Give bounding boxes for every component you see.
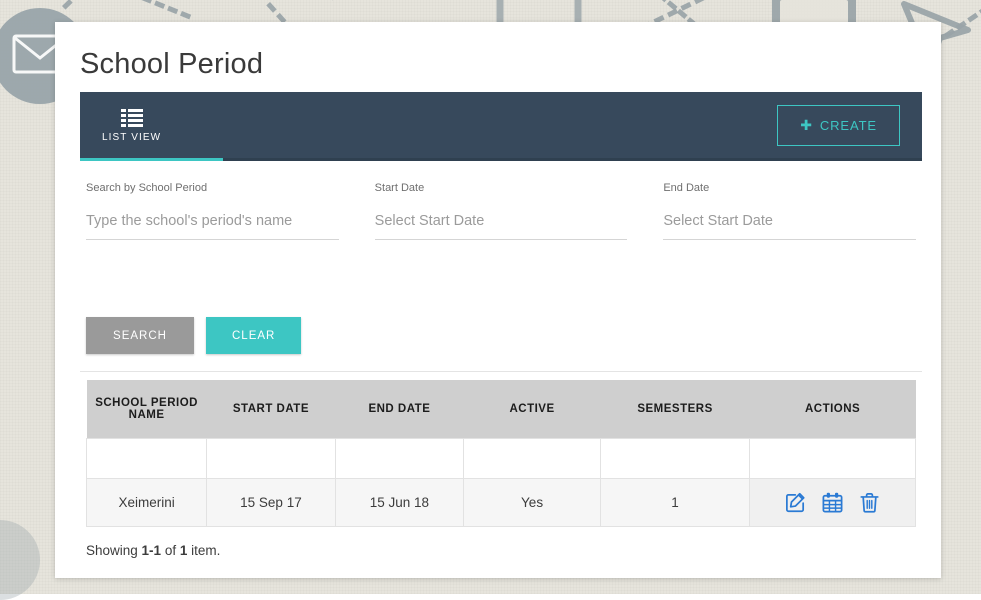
school-period-table: SCHOOL PERIOD NAME START DATE END DATE A… xyxy=(86,380,916,527)
showing-of: of xyxy=(161,543,180,558)
cell-start-date: 15 Sep 17 xyxy=(207,478,335,526)
search-school-period-input[interactable] xyxy=(86,213,339,240)
table-filter-row xyxy=(87,438,916,478)
create-button[interactable]: ✚ CREATE xyxy=(777,105,900,146)
trash-icon[interactable] xyxy=(858,491,881,514)
filter-cell-semesters[interactable] xyxy=(600,438,749,478)
tab-list-view-label: LIST VIEW xyxy=(102,132,161,143)
showing-suffix: item. xyxy=(187,543,220,558)
end-date-input[interactable] xyxy=(663,213,916,240)
column-header-active[interactable]: ACTIVE xyxy=(464,380,601,438)
column-header-school-period-name[interactable]: SCHOOL PERIOD NAME xyxy=(87,380,207,438)
table-head: SCHOOL PERIOD NAME START DATE END DATE A… xyxy=(87,380,916,438)
start-date-input[interactable] xyxy=(375,213,628,240)
showing-prefix: Showing xyxy=(86,543,142,558)
school-period-table-wrapper: SCHOOL PERIOD NAME START DATE END DATE A… xyxy=(86,380,916,527)
tab-list-view[interactable]: LIST VIEW xyxy=(80,103,181,147)
filter-cell-start[interactable] xyxy=(207,438,335,478)
cell-end-date: 15 Jun 18 xyxy=(335,478,463,526)
table-header-row: SCHOOL PERIOD NAME START DATE END DATE A… xyxy=(87,380,916,438)
school-period-label: Search by School Period xyxy=(86,182,339,194)
filter-fields: Search by School Period Start Date End D… xyxy=(80,182,922,240)
table-body: Xeimerini 15 Sep 17 15 Jun 18 Yes 1 xyxy=(87,438,916,526)
background-dashed-line xyxy=(128,0,191,19)
end-date-label: End Date xyxy=(663,182,916,194)
showing-range: 1-1 xyxy=(142,543,162,558)
list-view-icon xyxy=(121,109,143,127)
background-circle xyxy=(0,520,40,600)
section-divider xyxy=(80,371,922,372)
filter-actions: SEARCH CLEAR xyxy=(86,317,301,354)
column-header-end-date[interactable]: END DATE xyxy=(335,380,463,438)
cell-semesters: 1 xyxy=(600,478,749,526)
filter-cell-end[interactable] xyxy=(335,438,463,478)
field-start-date: Start Date xyxy=(369,182,634,240)
search-button[interactable]: SEARCH xyxy=(86,317,194,354)
background-dashed-line xyxy=(62,0,107,10)
field-end-date: End Date xyxy=(657,182,922,240)
view-toolbar: LIST VIEW ✚ CREATE xyxy=(80,92,922,158)
showing-summary: Showing 1-1 of 1 item. xyxy=(86,543,220,558)
plus-icon: ✚ xyxy=(800,118,813,132)
cell-active: Yes xyxy=(464,478,601,526)
start-date-label: Start Date xyxy=(375,182,628,194)
filter-cell-name[interactable] xyxy=(87,438,207,478)
clear-button[interactable]: CLEAR xyxy=(206,317,301,354)
filter-cell-actions xyxy=(750,438,916,478)
edit-icon[interactable] xyxy=(784,491,807,514)
table-row: Xeimerini 15 Sep 17 15 Jun 18 Yes 1 xyxy=(87,478,916,526)
create-button-label: CREATE xyxy=(820,118,877,133)
column-header-semesters[interactable]: SEMESTERS xyxy=(600,380,749,438)
tab-active-underline xyxy=(80,158,223,161)
calendar-icon[interactable] xyxy=(821,491,844,514)
filter-cell-active[interactable] xyxy=(464,438,601,478)
page-card: School Period LIST VIEW ✚ CREATE Search xyxy=(55,22,941,578)
cell-school-period-name: Xeimerini xyxy=(87,478,207,526)
page-title: School Period xyxy=(55,22,941,81)
column-header-start-date[interactable]: START DATE xyxy=(207,380,335,438)
column-header-actions: ACTIONS xyxy=(750,380,916,438)
cell-actions xyxy=(750,478,916,526)
field-school-period: Search by School Period xyxy=(80,182,345,240)
